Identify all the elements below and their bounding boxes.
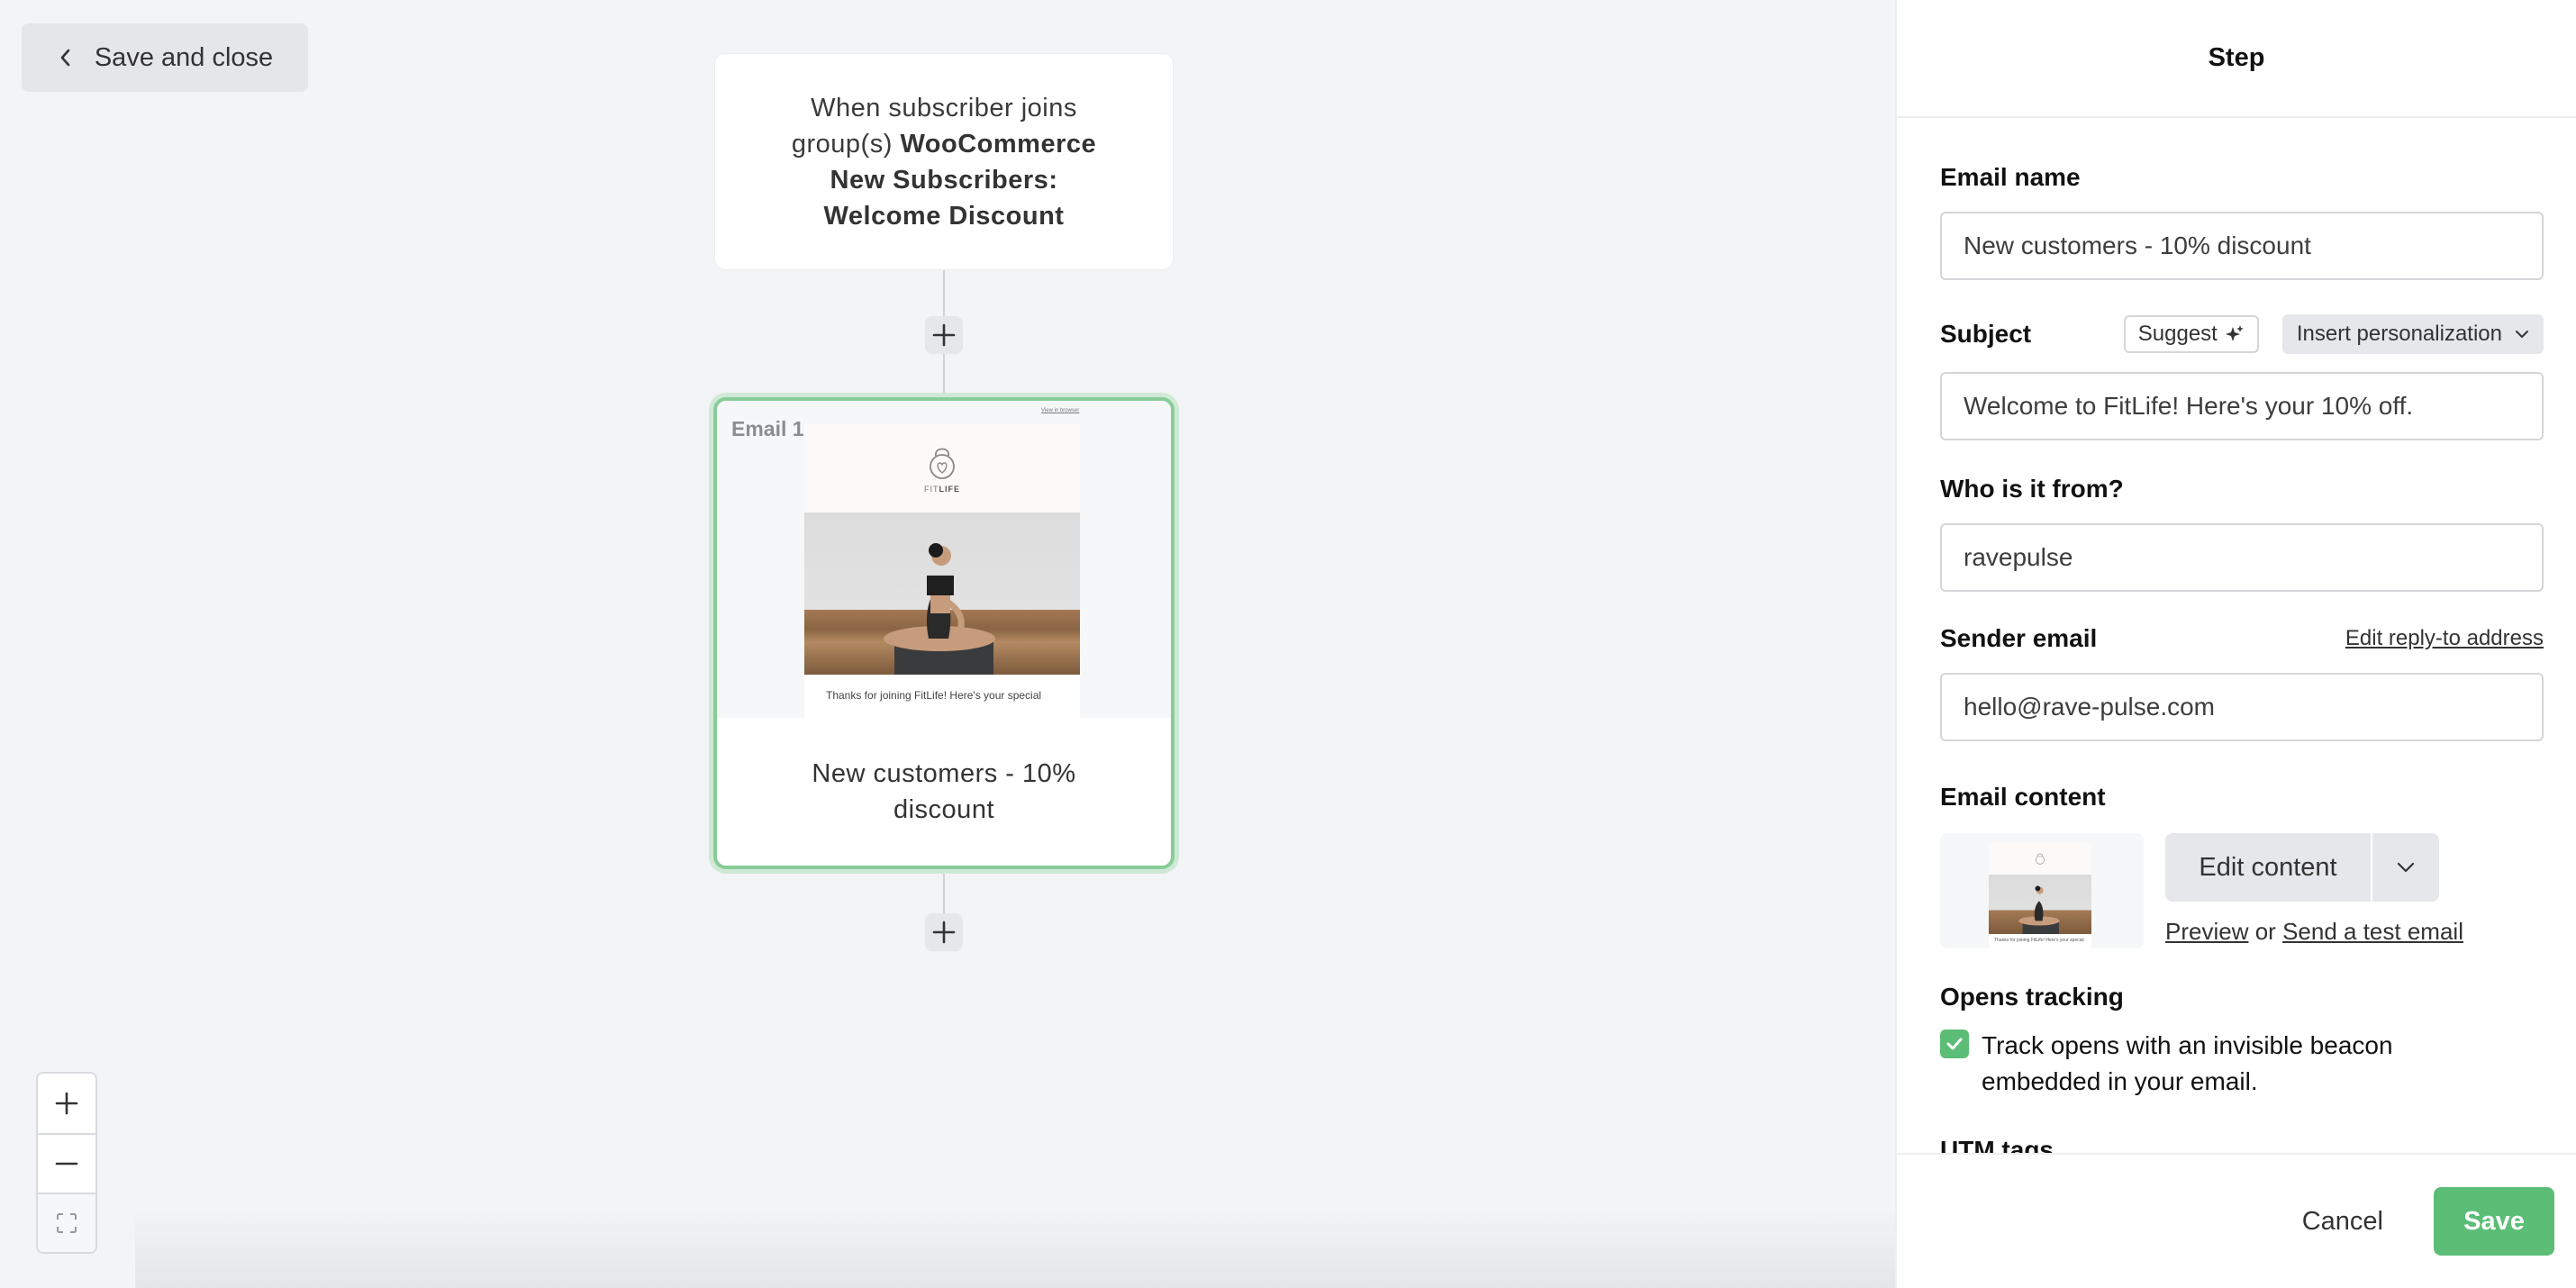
workflow-canvas[interactable]: Save and close When subscriber joins gro… — [0, 0, 1895, 1288]
email-preview-document: FITLIFE Thanks for joining FitLife! Here… — [804, 424, 1080, 718]
panel-title: Step — [1897, 0, 2576, 118]
zoom-controls — [36, 1072, 97, 1254]
zoom-out-button[interactable] — [38, 1133, 95, 1193]
checkmark-icon — [1946, 1038, 1963, 1050]
trigger-description: When subscriber joins group(s) WooCommer… — [769, 90, 1119, 234]
insert-personalization-dropdown[interactable]: Insert personalization — [2281, 314, 2544, 354]
edit-reply-to-link[interactable]: Edit reply-to address — [2345, 626, 2544, 651]
email-step-card[interactable]: Email 1 View in browser FITLIFE Thanks f… — [713, 397, 1175, 869]
cancel-button[interactable]: Cancel — [2284, 1207, 2401, 1237]
plus-icon — [932, 921, 956, 944]
send-test-email-link[interactable]: Send a test email — [2282, 918, 2463, 945]
subject-input[interactable] — [1940, 372, 2544, 440]
email-name-label: Email name — [1940, 163, 2081, 191]
email-step-name: New customers - 10% discount — [812, 759, 1076, 824]
thumbnail-hero-image — [1989, 875, 2091, 934]
sender-email-label-row: Sender email Edit reply-to address — [1940, 624, 2544, 653]
preview-link[interactable]: Preview — [2165, 918, 2248, 945]
subject-label: Subject — [1940, 320, 2032, 348]
kettlebell-logo-icon — [2036, 853, 2045, 865]
trigger-step-card[interactable]: When subscriber joins group(s) WooCommer… — [714, 53, 1174, 270]
preview-links: Preview or Send a test email — [2165, 918, 2463, 945]
sender-email-label: Sender email — [1940, 624, 2098, 652]
panel-footer: Cancel Save — [1897, 1153, 2576, 1288]
plus-icon — [55, 1092, 78, 1115]
zoom-in-button[interactable] — [38, 1074, 95, 1133]
save-and-close-label: Save and close — [94, 42, 274, 72]
edit-content-button[interactable]: Edit content — [2165, 833, 2371, 902]
save-button[interactable]: Save — [2434, 1187, 2554, 1256]
subject-label-row: Subject Suggest Insert personalization — [1940, 314, 2544, 354]
chevron-left-icon — [60, 49, 70, 67]
save-and-close-button[interactable]: Save and close — [22, 23, 308, 92]
email-content-row: Thanks for joining FitLife! Here's your … — [1940, 833, 2556, 948]
step-settings-panel: Step Email name Subject Suggest Insert p… — [1895, 0, 2576, 1288]
from-label: Who is it from? — [1940, 475, 2124, 503]
email-preview-hero-image — [804, 512, 1080, 675]
fit-to-screen-button[interactable] — [38, 1193, 95, 1252]
email-preview-intro: Thanks for joining FitLife! Here's your … — [826, 689, 1042, 702]
add-step-button[interactable] — [925, 913, 963, 951]
email-content-label: Email content — [1940, 783, 2106, 811]
yoga-photo-illustration — [884, 543, 995, 675]
chevron-down-icon — [2516, 331, 2528, 338]
edit-content-dropdown-button[interactable] — [2371, 833, 2439, 902]
from-name-input[interactable] — [1940, 523, 2544, 592]
add-step-button[interactable] — [925, 316, 963, 354]
email-step-label: Email 1 — [731, 417, 804, 440]
email-name-input[interactable] — [1940, 212, 2544, 280]
email-content-thumbnail[interactable]: Thanks for joining FitLife! Here's your … — [1940, 833, 2144, 948]
suggest-subject-button[interactable]: Suggest — [2123, 315, 2259, 353]
opens-tracking-checkbox-label: Track opens with an invisible beacon emb… — [1982, 1031, 2393, 1095]
email-preview-brand: FITLIFE — [924, 485, 960, 494]
opens-tracking-label: Opens tracking — [1940, 983, 2124, 1011]
chevron-down-icon — [2397, 862, 2415, 873]
sender-email-input[interactable] — [1940, 673, 2544, 741]
minus-icon — [55, 1162, 78, 1166]
kettlebell-logo-icon — [930, 448, 955, 479]
sparkle-icon — [2225, 325, 2244, 341]
opens-tracking-option: Track opens with an invisible beacon emb… — [1940, 1028, 2556, 1100]
plus-icon — [932, 323, 956, 347]
email-preview-header: FITLIFE — [804, 424, 1080, 512]
edit-content-split-button: Edit content — [2165, 833, 2463, 902]
fit-screen-icon — [57, 1213, 77, 1233]
email-preview: Email 1 View in browser FITLIFE Thanks f… — [717, 401, 1171, 718]
panel-form: Email name Subject Suggest Insert person… — [1897, 163, 2576, 1165]
view-in-browser-link: View in browser — [1041, 408, 1080, 413]
opens-tracking-checkbox[interactable] — [1940, 1029, 1969, 1058]
